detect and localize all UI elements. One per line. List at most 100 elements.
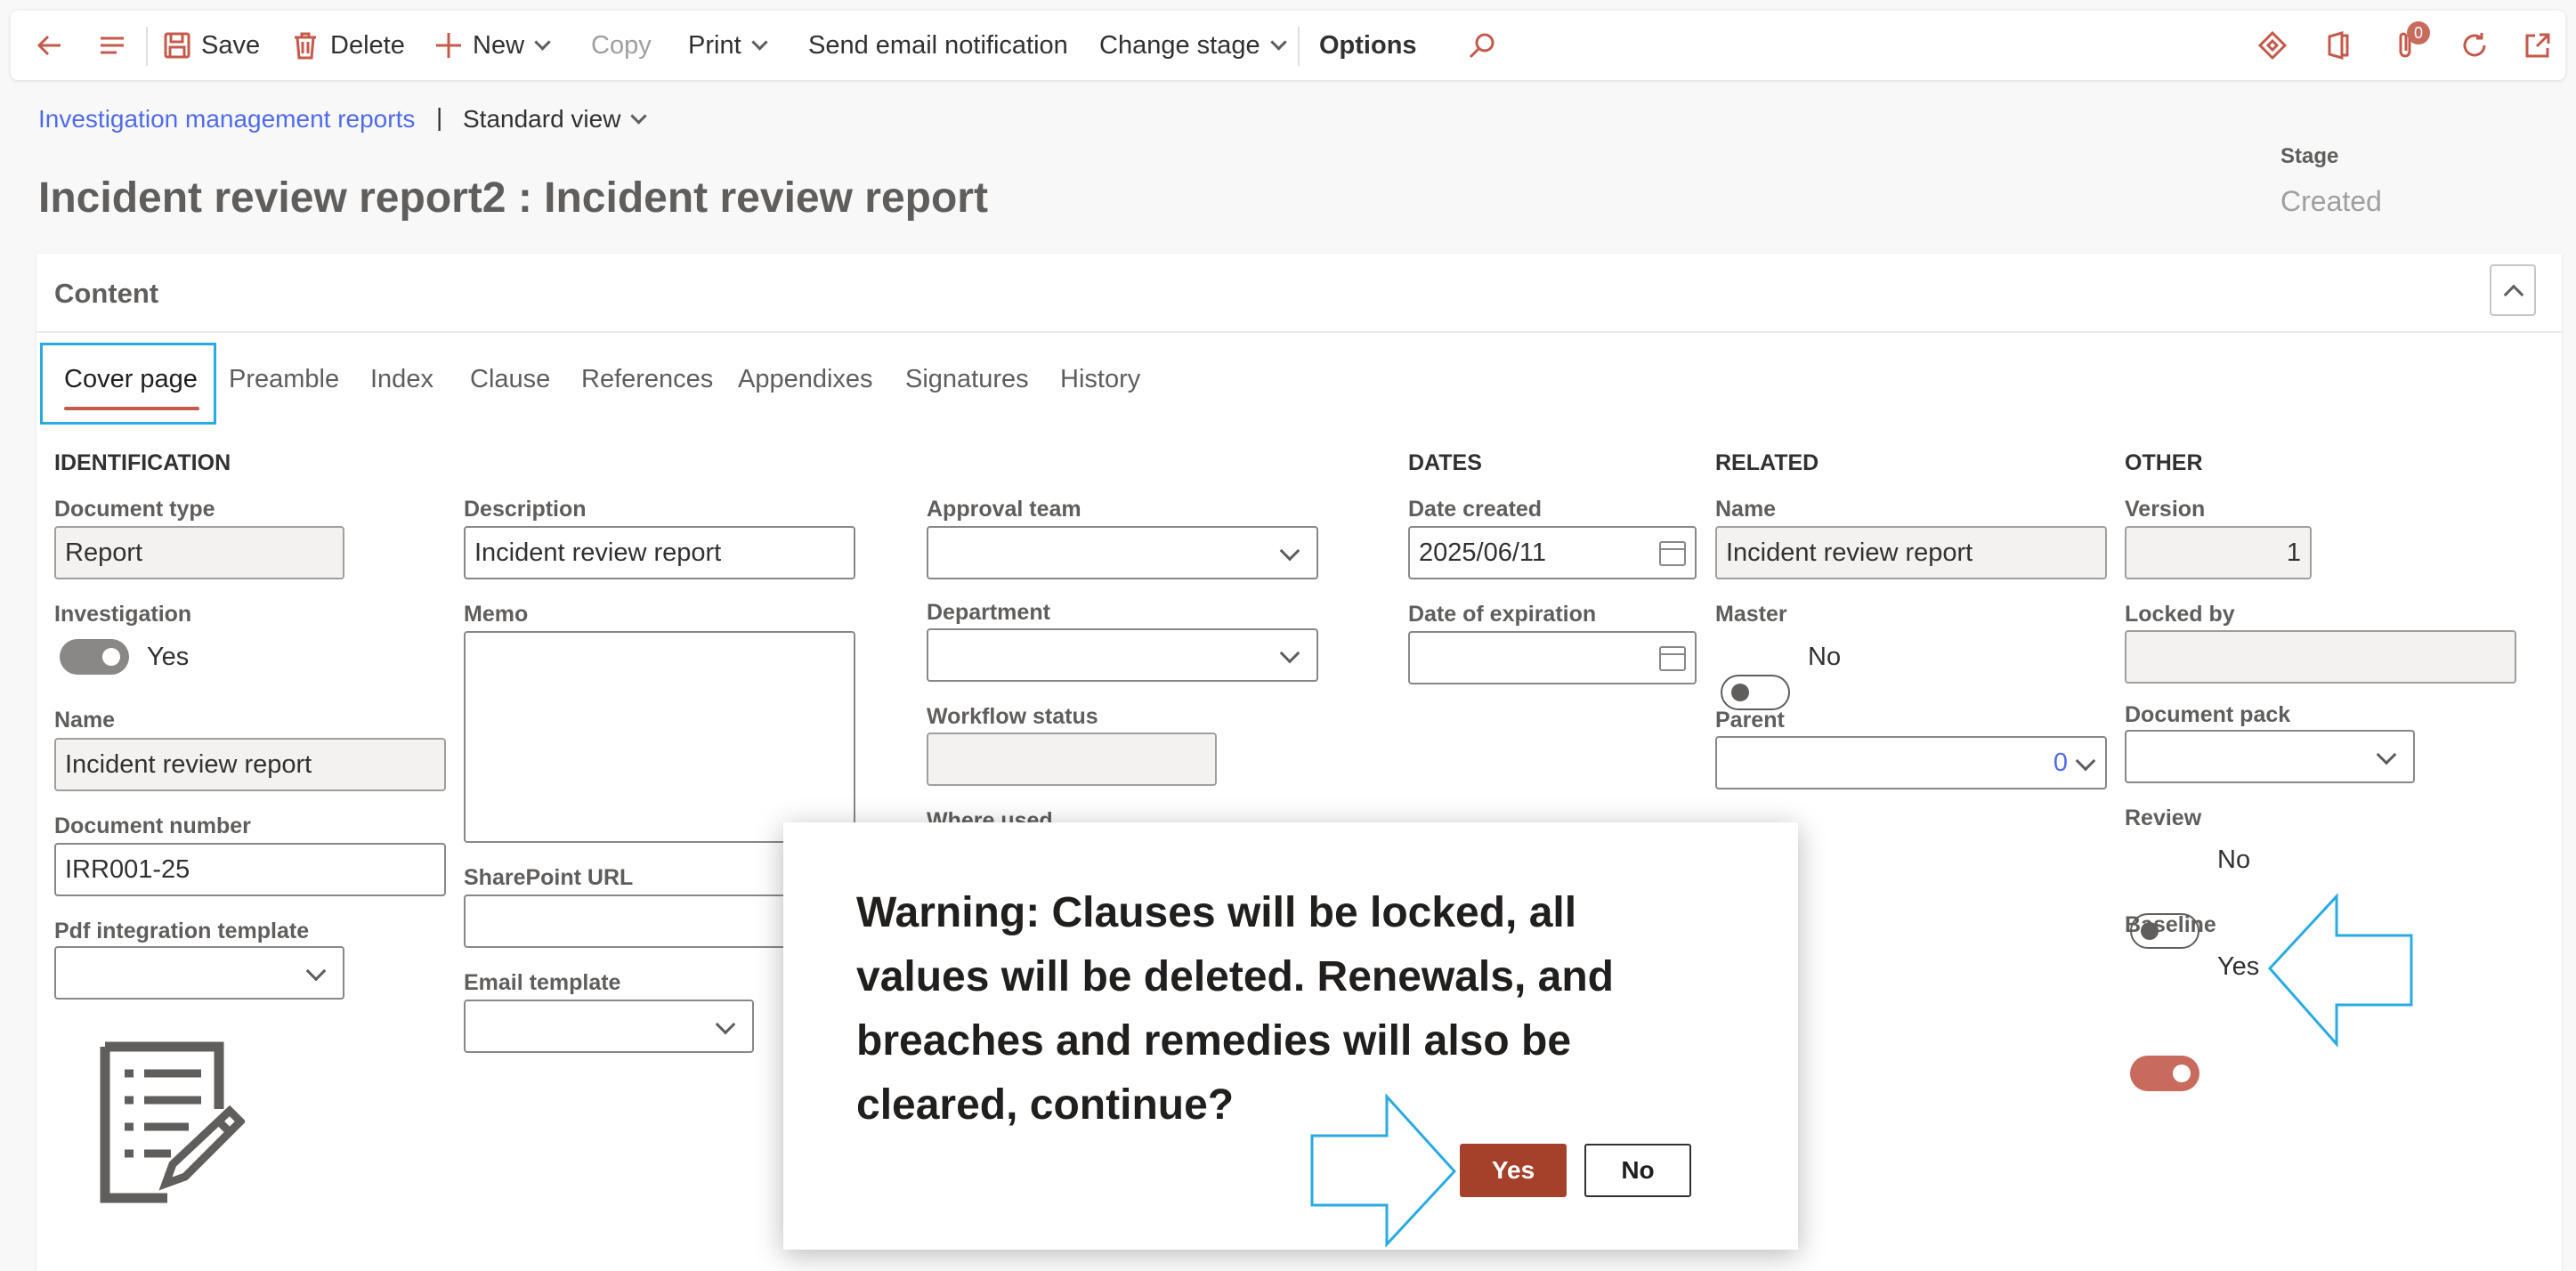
document-number-field[interactable]: IRR001-25: [54, 843, 446, 896]
date-created-label: Date created: [1408, 497, 1543, 522]
department-label: Department: [927, 600, 1050, 625]
save-button[interactable]: Save: [162, 11, 260, 80]
investigation-toggle[interactable]: [60, 639, 129, 675]
refresh-button[interactable]: [2459, 11, 2491, 80]
identification-heading: IDENTIFICATION: [54, 450, 231, 475]
department-dropdown[interactable]: [927, 628, 1318, 682]
master-toggle[interactable]: [1721, 675, 1790, 710]
breadcrumb-link[interactable]: Investigation management reports: [38, 105, 415, 134]
dialog-message: Warning: Clauses will be locked, all val…: [856, 889, 1614, 1129]
email-template-label: Email template: [464, 970, 621, 995]
delete-label: Delete: [330, 30, 405, 60]
document-pack-label: Document pack: [2125, 702, 2291, 727]
change-stage-label: Change stage: [1099, 30, 1260, 60]
parent-label: Parent: [1715, 708, 1785, 733]
related-heading: RELATED: [1715, 450, 1819, 475]
baseline-value: Yes: [2217, 952, 2260, 981]
copy-label: Copy: [591, 30, 652, 60]
description-field[interactable]: Incident review report: [464, 526, 855, 579]
pdf-template-dropdown[interactable]: [54, 946, 344, 1000]
dialog-yes-button[interactable]: Yes: [1460, 1144, 1567, 1197]
menu-button[interactable]: [96, 11, 128, 80]
approval-team-label: Approval team: [927, 497, 1081, 522]
send-email-button[interactable]: Send email notification: [808, 11, 1068, 80]
panel-title: Content: [54, 278, 159, 309]
version-label: Version: [2125, 497, 2206, 522]
attachments-button[interactable]: 0: [2393, 11, 2430, 80]
trash-icon: [295, 32, 316, 60]
chevron-down-icon: [305, 960, 327, 982]
delete-button[interactable]: Delete: [291, 11, 405, 80]
name-field[interactable]: Incident review report: [54, 738, 446, 791]
parent-dropdown[interactable]: 0: [1715, 736, 2107, 789]
calendar-icon[interactable]: [1659, 541, 1686, 566]
search-button[interactable]: [1467, 11, 1497, 80]
tab-appendixes[interactable]: Appendixes: [738, 365, 873, 394]
locked-by-field[interactable]: [2125, 630, 2516, 684]
collapse-button[interactable]: [2490, 264, 2536, 316]
plus-icon: [436, 33, 461, 58]
annotation-arrow-right-icon: [1310, 1093, 1457, 1248]
tab-history[interactable]: History: [1060, 365, 1140, 394]
date-expiration-label: Date of expiration: [1408, 602, 1597, 627]
chevron-down-icon: [2075, 750, 2096, 772]
diamond-icon-button[interactable]: [2257, 11, 2288, 80]
pdf-template-label: Pdf integration template: [54, 919, 310, 943]
date-expiration-field[interactable]: [1408, 631, 1697, 684]
search-icon: [1469, 33, 1495, 59]
annotation-arrow-left-icon: [2267, 893, 2413, 1048]
refresh-icon: [2463, 33, 2486, 57]
related-name-label: Name: [1715, 497, 1777, 522]
page-title: Incident review report2 : Incident revie…: [38, 174, 988, 222]
options-button[interactable]: Options: [1319, 11, 1417, 80]
document-pack-dropdown[interactable]: [2125, 730, 2415, 783]
document-type-field[interactable]: Report: [54, 526, 344, 579]
new-button[interactable]: New: [433, 11, 551, 80]
view-selector[interactable]: Standard view: [463, 105, 648, 134]
approval-team-dropdown[interactable]: [927, 526, 1318, 579]
pop-out-icon: [2525, 33, 2550, 58]
name-label: Name: [54, 708, 116, 733]
tab-index[interactable]: Index: [370, 365, 433, 394]
action-pane: Save Delete New Copy Print Send email no…: [11, 11, 2565, 80]
memo-label: Memo: [464, 602, 529, 627]
sharepoint-url-label: SharePoint URL: [464, 865, 634, 890]
baseline-toggle[interactable]: [2130, 1056, 2199, 1091]
copy-button[interactable]: Copy: [591, 11, 652, 80]
tab-references[interactable]: References: [581, 365, 713, 394]
chevron-up-icon: [2503, 284, 2524, 305]
change-stage-button[interactable]: Change stage: [1099, 11, 1287, 80]
send-email-label: Send email notification: [808, 30, 1068, 60]
memo-textarea[interactable]: [464, 631, 855, 843]
document-type-label: Document type: [54, 497, 215, 522]
investigation-label: Investigation: [54, 602, 192, 627]
email-template-dropdown[interactable]: [464, 1000, 754, 1053]
parent-value: 0: [2053, 748, 2068, 777]
description-label: Description: [464, 497, 587, 522]
print-button[interactable]: Print: [688, 11, 768, 80]
review-label: Review: [2125, 806, 2202, 830]
baseline-label: Baseline: [2125, 912, 2216, 937]
date-created-field[interactable]: 2025/06/11: [1408, 526, 1697, 579]
tab-signatures[interactable]: Signatures: [905, 365, 1029, 394]
office-button[interactable]: [2325, 11, 2352, 80]
related-name-field[interactable]: Incident review report: [1715, 526, 2107, 579]
tab-preamble[interactable]: Preamble: [229, 365, 339, 394]
review-value: No: [2217, 846, 2251, 874]
annotation-highlight-box: [40, 343, 216, 425]
date-created-value: 2025/06/11: [1419, 538, 1546, 567]
chevron-down-icon: [2376, 744, 2397, 765]
workflow-status-field[interactable]: [927, 733, 1217, 786]
version-field[interactable]: 1: [2125, 526, 2312, 579]
tab-clause[interactable]: Clause: [470, 365, 550, 394]
print-label: Print: [688, 30, 741, 60]
locked-by-label: Locked by: [2125, 602, 2235, 627]
chevron-down-icon: [715, 1014, 736, 1035]
chevron-down-icon: [1279, 643, 1300, 664]
chevron-down-icon: [750, 33, 768, 51]
investigation-value: Yes: [147, 643, 190, 671]
open-new-window-button[interactable]: [2523, 11, 2553, 80]
calendar-icon[interactable]: [1659, 646, 1686, 671]
dialog-no-button[interactable]: No: [1584, 1144, 1691, 1197]
back-button[interactable]: [34, 11, 66, 80]
